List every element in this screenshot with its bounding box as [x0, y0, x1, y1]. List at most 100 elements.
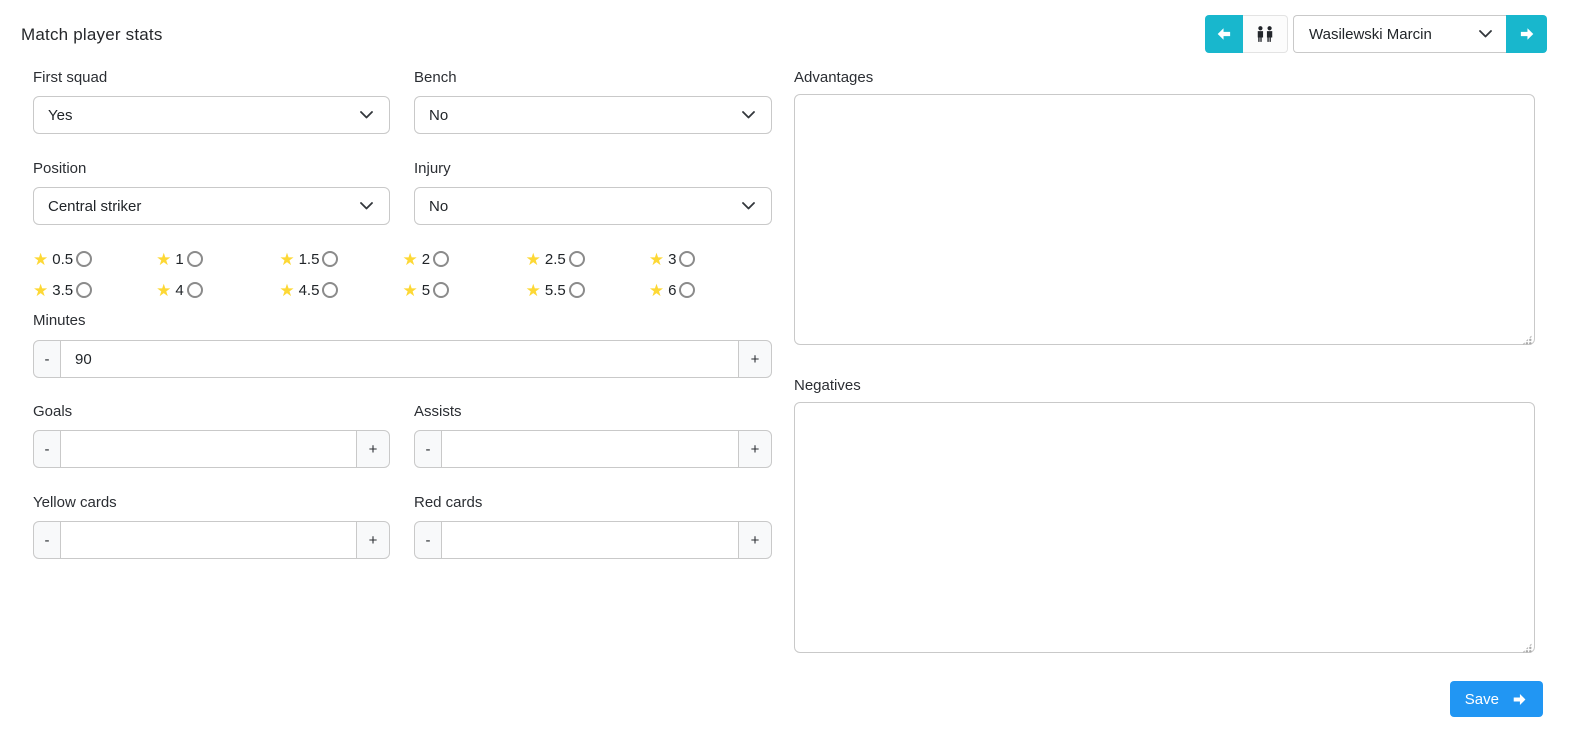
rating-label: 1.5 — [298, 250, 320, 268]
goals-input[interactable] — [61, 430, 356, 468]
position-field: Position Central striker — [33, 161, 390, 225]
chevron-down-icon — [360, 111, 373, 119]
arrow-right-icon — [1518, 25, 1536, 43]
yellow-cards-input[interactable] — [61, 521, 356, 559]
rating-label: 2 — [421, 250, 431, 268]
rating-option-5-5[interactable]: ★ 5.5 — [526, 281, 649, 299]
rating-label: 4.5 — [298, 281, 320, 299]
rating-options: ★ 0.5 ★ 1 ★ 1.5 ★ 2 ★ 2.5 ★ 3 ★ 3.5 ★ 4 … — [33, 250, 772, 299]
rating-option-5[interactable]: ★ 5 — [402, 281, 525, 299]
minutes-increment-button[interactable]: + — [738, 340, 772, 378]
rating-radio[interactable] — [322, 282, 339, 298]
rating-radio[interactable] — [186, 282, 203, 298]
red-cards-field: Red cards - + — [414, 495, 772, 559]
goals-label: Goals — [33, 403, 73, 420]
star-icon: ★ — [402, 249, 418, 269]
player-nav: Wasilewski Marcin — [1205, 15, 1547, 53]
star-icon: ★ — [525, 280, 541, 300]
red-cards-input[interactable] — [442, 521, 738, 559]
rating-option-2-5[interactable]: ★ 2.5 — [526, 250, 649, 268]
rating-option-3-5[interactable]: ★ 3.5 — [33, 281, 156, 299]
rating-option-1-5[interactable]: ★ 1.5 — [279, 250, 402, 268]
rating-label: 3.5 — [52, 281, 74, 299]
red-cards-label: Red cards — [414, 494, 483, 511]
goals-decrement-button[interactable]: - — [33, 430, 61, 468]
rating-radio[interactable] — [568, 251, 585, 267]
rating-radio[interactable] — [679, 282, 696, 298]
bench-field: Bench No — [414, 70, 772, 134]
players-list-button[interactable] — [1243, 15, 1288, 53]
goals-field: Goals - + — [33, 404, 390, 468]
next-player-button[interactable] — [1506, 15, 1547, 53]
chevron-down-icon — [742, 111, 755, 119]
rating-radio[interactable] — [568, 282, 585, 298]
injury-select[interactable]: No — [414, 187, 772, 225]
rating-label: 1 — [175, 250, 184, 268]
first-squad-value: Yes — [48, 106, 73, 124]
rating-option-0-5[interactable]: ★ 0.5 — [33, 250, 156, 268]
position-value: Central striker — [48, 197, 142, 215]
bench-label: Bench — [414, 69, 457, 86]
red-cards-increment-button[interactable]: + — [738, 521, 772, 559]
rating-option-4[interactable]: ★ 4 — [156, 281, 279, 299]
previous-player-button[interactable] — [1205, 15, 1243, 53]
yellow-cards-stepper: - + — [33, 521, 390, 559]
rating-radio[interactable] — [322, 251, 339, 267]
main-content: First squad Yes Bench No Position Centra… — [0, 70, 1571, 658]
rating-radio[interactable] — [186, 251, 203, 267]
red-cards-stepper: - + — [414, 521, 772, 559]
minutes-decrement-button[interactable]: - — [33, 340, 61, 378]
position-label: Position — [33, 160, 87, 177]
rating-label: 4 — [175, 281, 184, 299]
save-button[interactable]: Save — [1449, 681, 1543, 717]
negatives-textarea[interactable] — [794, 402, 1535, 653]
rating-option-2[interactable]: ★ 2 — [402, 250, 525, 268]
star-icon: ★ — [156, 280, 172, 300]
rating-label: 6 — [668, 281, 677, 299]
rating-label: 3 — [668, 250, 677, 268]
assists-label: Assists — [414, 403, 462, 420]
star-icon: ★ — [33, 249, 49, 269]
assists-input[interactable] — [442, 430, 738, 468]
advantages-textarea[interactable] — [794, 94, 1535, 345]
assists-increment-button[interactable]: + — [738, 430, 772, 468]
rating-option-3[interactable]: ★ 3 — [649, 250, 772, 268]
rating-radio[interactable] — [76, 251, 93, 267]
yellow-cards-increment-button[interactable]: + — [356, 521, 390, 559]
rating-radio[interactable] — [76, 282, 93, 298]
chevron-down-icon — [1479, 30, 1492, 38]
injury-field: Injury No — [414, 161, 772, 225]
people-icon — [1254, 25, 1276, 44]
star-icon: ★ — [279, 280, 295, 300]
assists-decrement-button[interactable]: - — [414, 430, 442, 468]
first-squad-select[interactable]: Yes — [33, 96, 390, 134]
rating-label: 2.5 — [544, 250, 566, 268]
rating-radio[interactable] — [433, 282, 450, 298]
arrow-right-icon — [1511, 691, 1528, 708]
rating-option-4-5[interactable]: ★ 4.5 — [279, 281, 402, 299]
rating-radio[interactable] — [433, 251, 450, 267]
injury-value: No — [429, 197, 449, 215]
bench-value: No — [429, 106, 449, 124]
bench-select[interactable]: No — [414, 96, 772, 134]
player-select[interactable]: Wasilewski Marcin — [1293, 15, 1506, 53]
red-cards-decrement-button[interactable]: - — [414, 521, 442, 559]
advantages-field: Advantages — [794, 70, 1535, 350]
yellow-cards-field: Yellow cards - + — [33, 495, 390, 559]
rating-option-6[interactable]: ★ 6 — [649, 281, 772, 299]
rating-radio[interactable] — [679, 251, 696, 267]
goals-increment-button[interactable]: + — [356, 430, 390, 468]
star-icon: ★ — [33, 280, 49, 300]
minutes-field: Minutes - + — [33, 313, 772, 378]
minutes-label: Minutes — [33, 312, 86, 329]
star-icon: ★ — [402, 280, 418, 300]
stats-form: First squad Yes Bench No Position Centra… — [33, 70, 772, 658]
minutes-input[interactable] — [61, 340, 738, 378]
chevron-down-icon — [360, 202, 373, 210]
position-select[interactable]: Central striker — [33, 187, 390, 225]
yellow-cards-decrement-button[interactable]: - — [33, 521, 61, 559]
injury-label: Injury — [414, 160, 451, 177]
rating-option-1[interactable]: ★ 1 — [156, 250, 279, 268]
star-icon: ★ — [648, 249, 665, 269]
advantages-label: Advantages — [794, 69, 874, 86]
